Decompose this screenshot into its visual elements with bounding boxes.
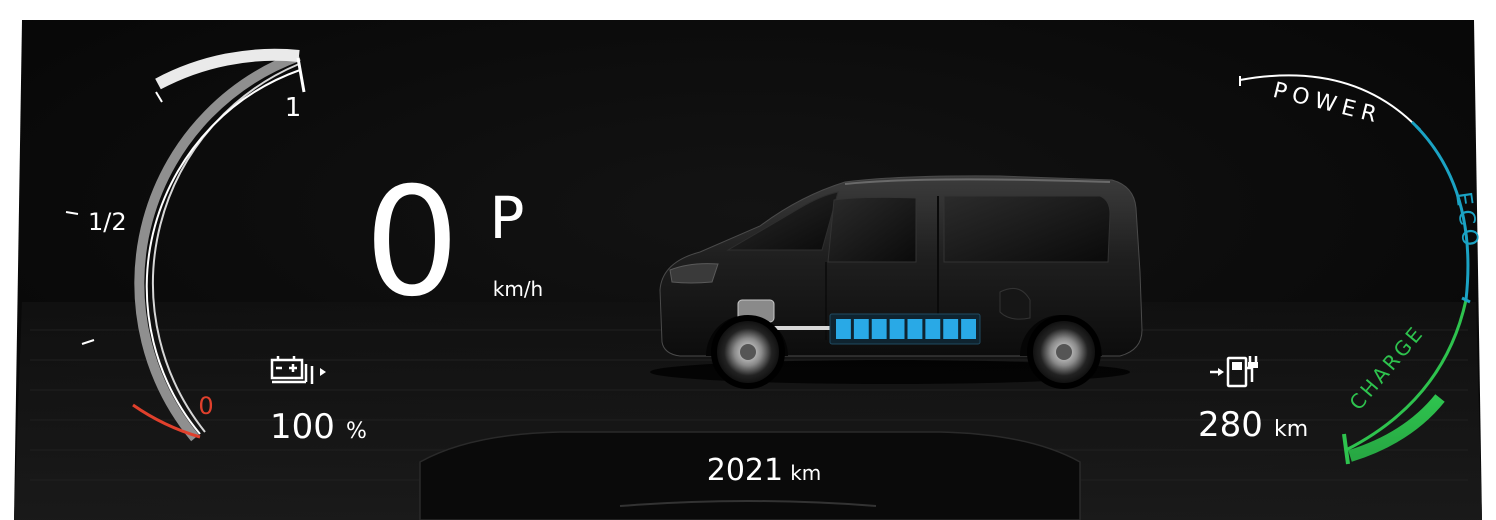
gear-indicator: P [490, 184, 525, 252]
gauge-label-full: 1 [285, 93, 302, 123]
battery-cell [836, 319, 851, 339]
battery-cell [871, 319, 887, 339]
odometer-value: 2021 [707, 453, 783, 488]
battery-cell [889, 319, 905, 339]
speed-value: 0 [364, 156, 459, 330]
van-front-window [827, 196, 917, 263]
van-rear-window [943, 195, 1111, 263]
battery-cell [943, 319, 959, 339]
range-unit: km [1274, 417, 1308, 442]
odometer-unit: km [790, 461, 821, 485]
gauge-label-empty: 0 [198, 392, 213, 420]
battery-cell [925, 319, 941, 339]
charge-unit: % [346, 419, 367, 444]
instrument-cluster: 1 1/2 0 0 P km/h 100 % 2021 km 280 km PO… [0, 0, 1496, 520]
gauge-label-half: 1/2 [88, 208, 127, 236]
battery-cell [907, 319, 923, 339]
charge-value: 100 [270, 407, 335, 447]
battery-cell [961, 319, 976, 339]
speed-unit: km/h [493, 277, 543, 301]
range-value: 280 [1198, 405, 1263, 445]
battery-cell [853, 319, 869, 339]
